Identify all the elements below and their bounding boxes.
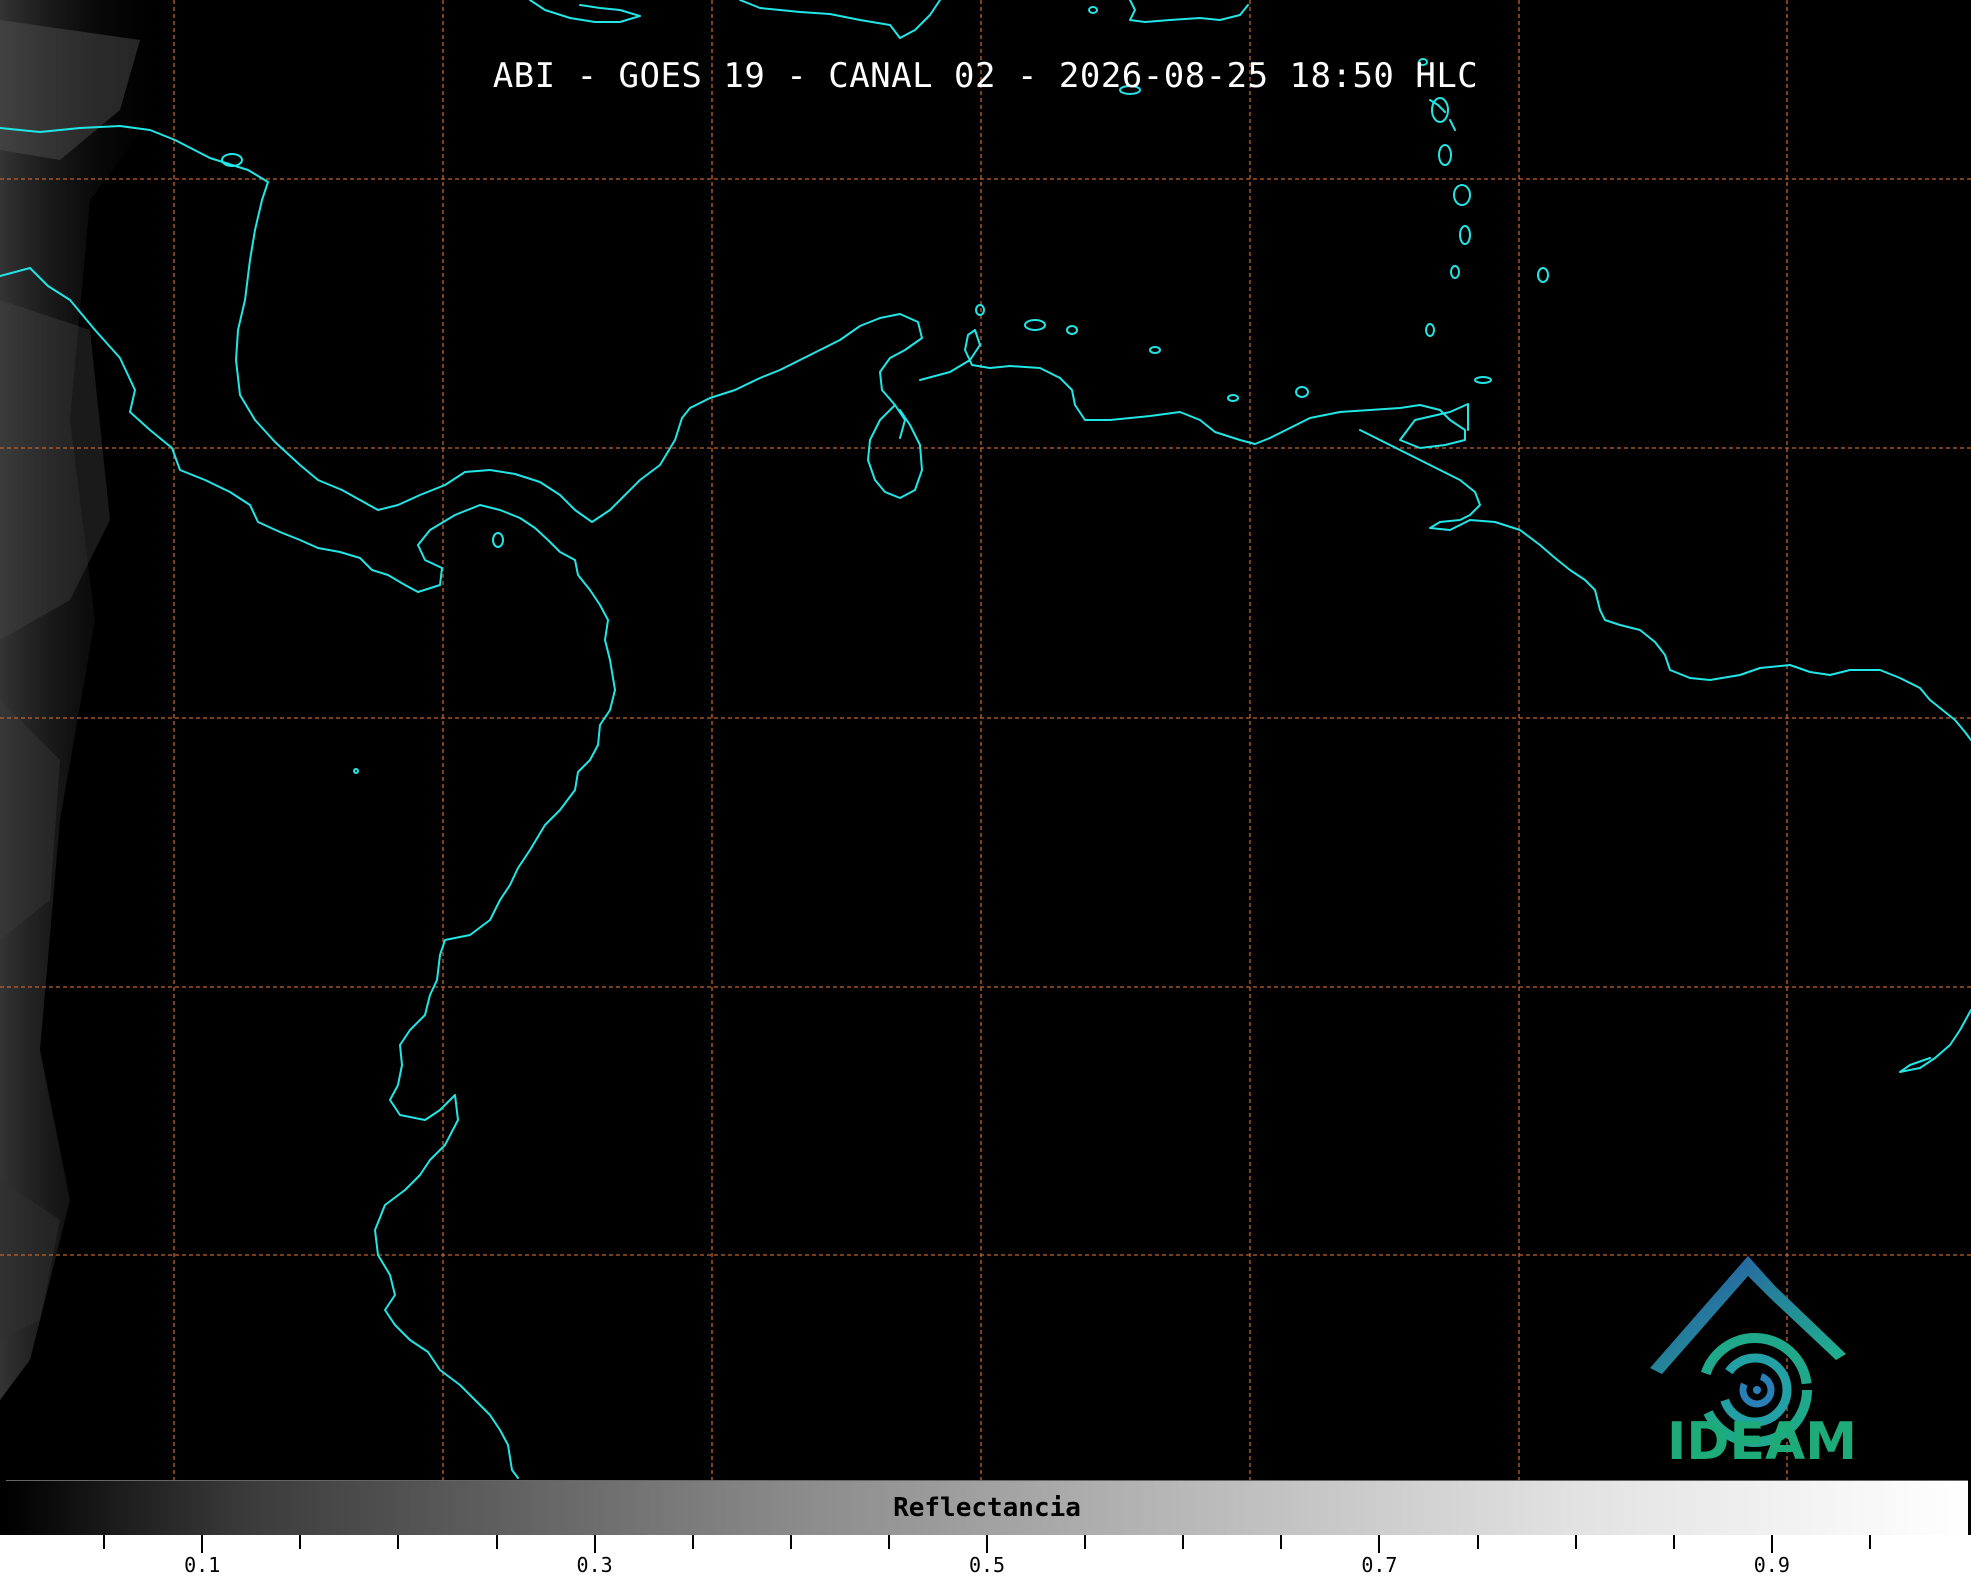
colorbar-tick-label: 0.5 bbox=[968, 1553, 1006, 1577]
colorbar-tick bbox=[397, 1535, 400, 1549]
colorbar-tick bbox=[1672, 1535, 1675, 1549]
island-8 bbox=[1425, 323, 1435, 337]
colorbar-tick bbox=[299, 1535, 302, 1549]
coastline-venezuela-guyana bbox=[1359, 429, 1971, 741]
colorbar-tick-label: 0.1 bbox=[184, 1553, 221, 1577]
colorbar-tick bbox=[1476, 1535, 1479, 1549]
colorbar-tick bbox=[1868, 1535, 1871, 1549]
coastline-central-america-caribbean bbox=[0, 125, 923, 523]
island-9 bbox=[1537, 267, 1549, 283]
colorbar-tick bbox=[1084, 1535, 1087, 1549]
colorbar-tick bbox=[1574, 1535, 1577, 1549]
colorbar-major-tick bbox=[1770, 1535, 1773, 1553]
cloud-cover bbox=[0, 0, 170, 1400]
island-10 bbox=[1474, 376, 1492, 384]
colorbar-tick-label: 0.9 bbox=[1753, 1553, 1790, 1577]
island-7 bbox=[1450, 265, 1460, 279]
island-6 bbox=[1459, 225, 1471, 245]
colorbar-tick bbox=[1280, 1535, 1283, 1549]
colorbar: Reflectancia bbox=[6, 1480, 1968, 1537]
colorbar-tick bbox=[691, 1535, 694, 1549]
island-12 bbox=[1066, 325, 1078, 335]
colorbar-tick bbox=[789, 1535, 792, 1549]
colorbar-major-tick bbox=[1378, 1535, 1381, 1553]
island-5 bbox=[1453, 184, 1471, 206]
colorbar-tick bbox=[1182, 1535, 1185, 1549]
colorbar-tick bbox=[103, 1535, 106, 1549]
colorbar-tick bbox=[887, 1535, 890, 1549]
island-18 bbox=[492, 532, 504, 548]
island-14 bbox=[1227, 394, 1239, 402]
island-15 bbox=[1295, 386, 1309, 398]
image-title: ABI - GOES 19 - CANAL 02 - 2026-08-25 18… bbox=[492, 56, 1479, 96]
island-4 bbox=[1438, 144, 1452, 166]
colorbar-major-tick bbox=[593, 1535, 596, 1553]
colorbar-major-tick bbox=[986, 1535, 988, 1553]
logo-text: IDEAM bbox=[1666, 1412, 1858, 1472]
satellite-image-viewer: ABI - GOES 19 - CANAL 02 - 2026-08-25 18… bbox=[0, 0, 1971, 1577]
colorbar-label: Reflectancia bbox=[893, 1493, 1081, 1523]
colorbar-tick-label: 0.7 bbox=[1361, 1553, 1398, 1577]
island-16 bbox=[975, 304, 985, 316]
colorbar-major-tick bbox=[201, 1535, 204, 1553]
coastline-maracaibo bbox=[867, 329, 1469, 499]
coastline-northeast bbox=[1899, 1009, 1971, 1073]
coastline-greater-antilles bbox=[529, 0, 1249, 39]
island-13 bbox=[1149, 346, 1161, 354]
island-11 bbox=[1024, 319, 1046, 331]
colorbar-axis: 0.1 0.3 0.5 0.7 0.9 bbox=[0, 1535, 1971, 1577]
colorbar-tick-label: 0.3 bbox=[576, 1553, 613, 1577]
island-2 bbox=[1088, 6, 1098, 14]
island-19 bbox=[353, 768, 359, 774]
colorbar-tick bbox=[495, 1535, 498, 1549]
